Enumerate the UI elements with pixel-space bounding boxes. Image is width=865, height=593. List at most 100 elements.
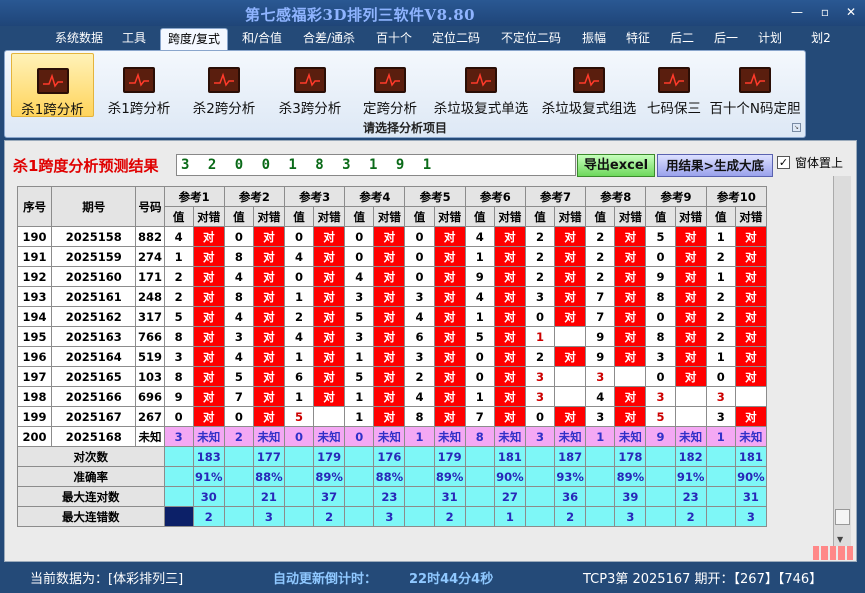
ref-check: 对 xyxy=(252,406,286,427)
ref-value: 3 xyxy=(223,326,254,347)
ribbon-kill-junk-single[interactable]: 杀垃圾复式单选 xyxy=(429,53,533,117)
ref-check: 对 xyxy=(554,226,587,247)
ref-check: 对 xyxy=(252,266,286,287)
ref-value: 9 xyxy=(163,386,194,407)
table-row[interactable]: 196 2025164 519 3 对 4 对 1 对 1 对 3 对 0 对 2 对 9 对 3 对 1 对 xyxy=(16,346,768,367)
menu-non-position-two[interactable]: 不定位二码 xyxy=(496,28,566,50)
stats-value: 31 xyxy=(734,486,768,507)
stats-value: 90% xyxy=(734,466,768,487)
restore-button[interactable]: ▫ xyxy=(815,4,835,20)
stats-row: 最大连对数 30 21 37 23 31 27 36 39 23 31 xyxy=(17,486,768,507)
row-number: 519 xyxy=(135,346,165,367)
table-row[interactable]: 193 2025161 248 2 对 8 对 1 对 3 对 3 对 4 对 3 对 7 对 8 对 2 对 xyxy=(16,286,768,307)
ref-value: 0 xyxy=(524,306,556,327)
minimize-button[interactable]: — xyxy=(787,4,807,20)
menu-feature[interactable]: 特征 xyxy=(620,28,656,50)
generate-base-button[interactable]: 用结果>生成大底 xyxy=(657,154,773,177)
close-button[interactable]: ✕ xyxy=(841,4,861,20)
menu-amplitude[interactable]: 振幅 xyxy=(576,28,612,50)
ref-check: 未知 xyxy=(433,426,466,447)
ref-check: 对 xyxy=(373,306,406,327)
menu-hundred-ten-unit[interactable]: 百十个 xyxy=(370,28,418,50)
ref-value: 1 xyxy=(705,226,736,247)
result-field[interactable]: 3 2 0 0 1 8 3 1 9 1 xyxy=(176,154,576,176)
ribbon-kill2-span[interactable]: 杀2跨分析 xyxy=(183,53,265,117)
ref-check: 对 xyxy=(674,226,707,247)
stats-spacer xyxy=(705,486,736,507)
ribbon-seven-code-three[interactable]: 七码保三 xyxy=(643,53,705,117)
menu-plan2[interactable]: 划2 xyxy=(806,28,836,50)
ref-check: 对 xyxy=(373,226,406,247)
table-row[interactable]: 192 2025160 171 2 对 4 对 0 对 4 对 0 对 9 对 2 对 2 对 9 对 1 对 xyxy=(16,266,768,287)
ref-value: 0 xyxy=(283,226,315,247)
ribbon-n-code-gall[interactable]: 百十个N码定胆 xyxy=(709,53,801,117)
ref-check: 对 xyxy=(614,226,647,247)
ref-check: 对 xyxy=(252,386,286,407)
ref-check: 对 xyxy=(373,246,406,267)
ribbon-kill1-span-selected[interactable]: 杀1跨分析 xyxy=(11,53,94,118)
vertical-scrollbar[interactable]: ▼ xyxy=(833,176,851,546)
export-excel-button[interactable]: 导出excel xyxy=(577,154,655,177)
ref-value: 9 xyxy=(585,326,616,347)
col-subheader-check: 对错 xyxy=(493,206,526,227)
ref-value: 0 xyxy=(283,426,315,447)
row-seq: 198 xyxy=(16,386,53,407)
ref-check: 对 xyxy=(614,266,647,287)
col-header-seq: 序号 xyxy=(16,186,53,227)
ref-value: 6 xyxy=(404,326,435,347)
table-row[interactable]: 198 2025166 696 9 对 7 对 1 对 1 对 4 对 1 对 3 4 对 3 3 xyxy=(16,386,768,407)
menu-position-two[interactable]: 定位二码 xyxy=(428,28,484,50)
menu-last-one[interactable]: 后一 xyxy=(708,28,744,50)
ribbon: 杀1跨分析 杀1跨分析 杀2跨分析 杀3跨分析 定跨分析 杀垃圾复式单选 杀垃圾… xyxy=(4,50,806,138)
table-row[interactable]: 200 2025168 未知 3 未知 2 未知 0 未知 0 未知 1 未知 8 未知 3 未知 1 未知 9 未知 1… xyxy=(16,426,768,447)
scrollbar-thumb[interactable] xyxy=(835,509,850,525)
menu-plan[interactable]: 计划 xyxy=(752,28,788,50)
col-header-ref: 参考7 xyxy=(524,186,587,207)
table-row[interactable]: 190 2025158 882 4 对 0 对 0 对 0 对 0 对 4 对 2 对 2 对 5 对 1 对 xyxy=(16,226,768,247)
table-row[interactable]: 199 2025167 267 0 对 0 对 5 1 对 8 对 7 对 0 对 3 对 5 3 对 xyxy=(16,406,768,427)
ref-value: 8 xyxy=(464,426,495,447)
ref-check: 对 xyxy=(433,326,466,347)
stats-value: 179 xyxy=(313,446,346,467)
ref-check: 未知 xyxy=(192,426,225,447)
menu-system-data[interactable]: 系统数据 xyxy=(50,28,108,50)
row-number: 766 xyxy=(135,326,165,347)
stats-value: 2 xyxy=(192,506,225,527)
row-number: 未知 xyxy=(135,426,165,447)
ref-check: 对 xyxy=(734,286,768,307)
ribbon-kill1-span[interactable]: 杀1跨分析 xyxy=(99,53,179,117)
ref-check: 对 xyxy=(252,306,286,327)
stats-value: 182 xyxy=(674,446,707,467)
col-header-ref: 参考6 xyxy=(464,186,526,207)
table-row[interactable]: 195 2025163 766 8 对 3 对 4 对 3 对 6 对 5 对 1 9 对 8 对 2 对 xyxy=(16,326,768,347)
stay-on-top-checkbox[interactable]: ✓ xyxy=(777,156,790,169)
menu-span-compound[interactable]: 跨度/复式 xyxy=(160,28,228,50)
chart-icon xyxy=(208,67,240,93)
ref-miss-cell xyxy=(734,386,768,407)
scroll-down-icon[interactable]: ▼ xyxy=(837,535,843,544)
ribbon-kill-junk-group[interactable]: 杀垃圾复式组选 xyxy=(537,53,641,117)
col-subheader-value: 值 xyxy=(404,206,435,227)
menu-tools[interactable]: 工具 xyxy=(116,28,152,50)
ref-value: 2 xyxy=(223,426,254,447)
ref-value: 4 xyxy=(223,266,254,287)
ribbon-kill3-span[interactable]: 杀3跨分析 xyxy=(269,53,351,117)
ref-value: 1 xyxy=(705,346,736,367)
stats-value: 3 xyxy=(373,506,406,527)
menu-last-two[interactable]: 后二 xyxy=(664,28,700,50)
table-row[interactable]: 191 2025159 274 1 对 8 对 4 对 0 对 0 对 1 对 2 对 2 对 0 对 2 对 xyxy=(16,246,768,267)
ref-value: 1 xyxy=(344,346,375,367)
stats-spacer xyxy=(585,446,616,467)
table-row[interactable]: 197 2025165 103 8 对 5 对 6 对 5 对 2 对 0 对 3 3 0 对 0 对 xyxy=(16,366,768,387)
ref-check: 对 xyxy=(614,286,647,307)
ref-value: 0 xyxy=(344,426,375,447)
table-row[interactable]: 194 2025162 317 5 对 4 对 2 对 5 对 4 对 1 对 0 对 7 对 0 对 2 对 xyxy=(16,306,768,327)
ref-value: 5 xyxy=(464,326,495,347)
ref-check: 对 xyxy=(554,266,587,287)
ribbon-launcher-icon[interactable]: ↘ xyxy=(792,123,801,132)
ref-value: 5 xyxy=(645,406,676,427)
ribbon-fixed-span[interactable]: 定跨分析 xyxy=(355,53,425,117)
menu-kill[interactable]: 合差/通杀 xyxy=(296,28,362,50)
menu-sum[interactable]: 和/合值 xyxy=(236,28,288,50)
ref-miss-cell xyxy=(674,386,707,407)
